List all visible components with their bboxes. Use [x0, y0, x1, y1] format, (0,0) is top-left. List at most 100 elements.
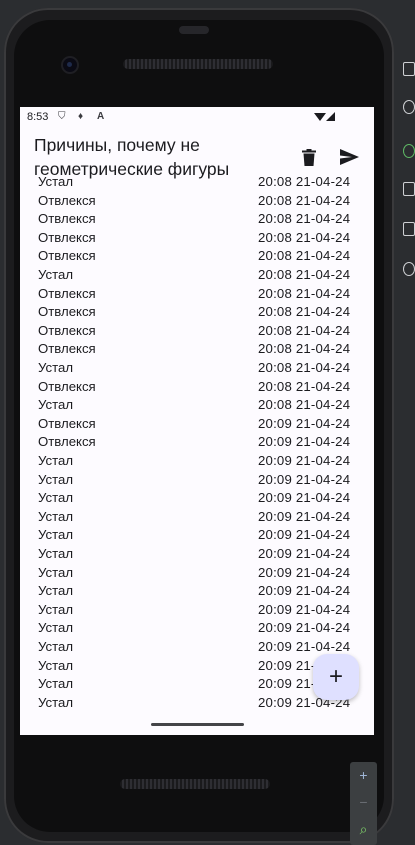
entry-reason: Устал [38, 453, 74, 468]
window-icon[interactable] [403, 62, 415, 76]
wifi-icon [314, 113, 326, 121]
entry-timestamp: 20:09 21-04-24 [258, 601, 351, 617]
entry-reason: Отвлекся [38, 322, 96, 338]
entry-reason: Устал [38, 657, 74, 673]
entry-reason: Отвлекся [38, 229, 96, 245]
entry-reason: Устал [38, 694, 74, 710]
list-item[interactable]: Отвлекся 20:08 21-04-24 [20, 304, 374, 323]
list-item[interactable]: Устал 20:09 21-04-24 [20, 546, 374, 565]
entry-timestamp: 20:09 21-04-24 [258, 639, 351, 654]
top-speaker [123, 59, 273, 69]
entry-reason: Устал [38, 639, 74, 654]
list-item[interactable]: Устал 20:08 21-04-24 [20, 397, 374, 416]
list-item[interactable]: Устал 20:08 21-04-24 [20, 177, 374, 193]
entry-reason: Устал [38, 527, 74, 543]
entry-timestamp: 20:09 21-04-24 [258, 527, 351, 543]
list-item[interactable]: Устал 20:09 21-04-24 [20, 509, 374, 528]
front-camera [63, 58, 77, 72]
code-icon[interactable] [403, 222, 415, 236]
entry-timestamp: 20:08 21-04-24 [258, 211, 351, 227]
entry-timestamp: 20:09 21-04-24 [258, 546, 351, 561]
entry-list[interactable]: Устал 20:08 21-04-24 Отвлекся 20:08 21-04-2… [20, 177, 374, 717]
status-time: 8:53 [27, 111, 49, 123]
ide-side-toolbar [398, 0, 415, 845]
list-item[interactable]: Устал 20:08 21-04-24 [20, 360, 374, 379]
list-item[interactable]: Устал 20:09 21-04-24 [20, 602, 374, 621]
entry-reason: Устал [38, 471, 74, 487]
list-item[interactable]: Устал 20:08 21-04-24 [20, 267, 374, 286]
list-item[interactable]: Отвлекся 20:08 21-04-24 [20, 379, 374, 398]
list-item[interactable]: Устал 20:09 21-04-24 [20, 565, 374, 584]
signal-icon [326, 112, 335, 121]
chat-icon[interactable] [403, 182, 415, 196]
top-notch [179, 26, 209, 34]
font-icon: A [97, 111, 105, 122]
entry-timestamp: 20:08 21-04-24 [258, 397, 351, 413]
globe-icon[interactable] [403, 262, 415, 276]
entry-reason: Отвлекся [38, 248, 96, 264]
status-icon[interactable] [403, 144, 415, 158]
list-item[interactable]: Отвлекся 20:09 21-04-24 [20, 434, 374, 453]
gesture-bar [151, 723, 244, 726]
entry-reason: Отвлекся [38, 341, 96, 357]
entry-reason: Отвлекся [38, 378, 96, 394]
entry-reason: Устал [38, 360, 74, 375]
send-icon [339, 149, 359, 165]
list-item[interactable]: Устал 20:09 21-04-24 [20, 453, 374, 472]
list-item[interactable]: Устал 20:09 21-04-24 [20, 620, 374, 639]
entry-timestamp: 20:09 21-04-24 [258, 508, 351, 524]
entry-timestamp: 20:09 21-04-24 [258, 490, 351, 506]
entry-reason: Отвлекся [38, 415, 96, 431]
list-item[interactable]: Устал 20:09 21-04-24 [20, 527, 374, 546]
zoom-fit-button[interactable]: ⌕ [350, 816, 377, 842]
entry-reason: Отвлекся [38, 192, 96, 208]
entry-timestamp: 20:09 21-04-24 [258, 471, 351, 487]
entry-reason: Устал [38, 397, 74, 413]
entry-timestamp: 20:08 21-04-24 [258, 360, 351, 375]
entry-timestamp: 20:08 21-04-24 [258, 378, 351, 394]
entry-timestamp: 20:09 21-04-24 [258, 415, 351, 431]
mic-icon: ♦ [78, 111, 84, 122]
list-item[interactable]: Отвлекся 20:08 21-04-24 [20, 193, 374, 212]
list-item[interactable]: Отвлекся 20:08 21-04-24 [20, 286, 374, 305]
list-item[interactable]: Отвлекся 20:08 21-04-24 [20, 248, 374, 267]
entry-reason: Устал [38, 177, 74, 189]
entry-reason: Устал [38, 620, 74, 636]
list-item[interactable]: Устал 20:09 21-04-24 [20, 472, 374, 491]
shield-icon: ⛉ [58, 111, 66, 122]
device-icon[interactable] [403, 100, 415, 114]
zoom-out-button[interactable]: − [350, 789, 377, 815]
page-title: Причины, почему не геометрические фигуры [34, 135, 230, 179]
list-item[interactable]: Устал 20:09 21-04-24 [20, 583, 374, 602]
entry-timestamp: 20:08 21-04-24 [258, 248, 351, 264]
zoom-in-button[interactable]: + [350, 762, 377, 788]
delete-button[interactable] [295, 143, 323, 171]
entry-reason: Устал [38, 490, 74, 506]
entry-reason: Устал [38, 583, 74, 599]
entry-reason: Отвлекся [38, 211, 96, 227]
entry-timestamp: 20:08 21-04-24 [258, 322, 351, 338]
list-item[interactable]: Отвлекся 20:08 21-04-24 [20, 211, 374, 230]
send-button[interactable] [335, 143, 363, 171]
entry-timestamp: 20:08 21-04-24 [258, 304, 351, 320]
entry-timestamp: 20:09 21-04-24 [258, 453, 351, 468]
entry-timestamp: 20:09 21-04-24 [258, 434, 351, 450]
entry-timestamp: 20:08 21-04-24 [258, 341, 351, 357]
entry-reason: Устал [38, 508, 74, 524]
trash-icon [302, 148, 316, 166]
plus-icon: + [328, 663, 343, 690]
entry-reason: Устал [38, 601, 74, 617]
app-screen: 8:53 ⛉ ♦ A Причины, почему не геометриче… [20, 107, 374, 735]
add-button[interactable]: + [313, 654, 359, 700]
entry-timestamp: 20:08 21-04-24 [258, 267, 351, 282]
list-item[interactable]: Отвлекся 20:09 21-04-24 [20, 416, 374, 435]
entry-reason: Устал [38, 267, 74, 282]
list-item[interactable]: Устал 20:09 21-04-24 [20, 490, 374, 509]
entry-timestamp: 20:08 21-04-24 [258, 229, 351, 245]
entry-timestamp: 20:09 21-04-24 [258, 620, 351, 636]
bottom-speaker [120, 779, 270, 789]
list-item[interactable]: Отвлекся 20:08 21-04-24 [20, 323, 374, 342]
list-item[interactable]: Отвлекся 20:08 21-04-24 [20, 341, 374, 360]
list-item[interactable]: Отвлекся 20:08 21-04-24 [20, 230, 374, 249]
entry-timestamp: 20:09 21-04-24 [258, 583, 351, 599]
